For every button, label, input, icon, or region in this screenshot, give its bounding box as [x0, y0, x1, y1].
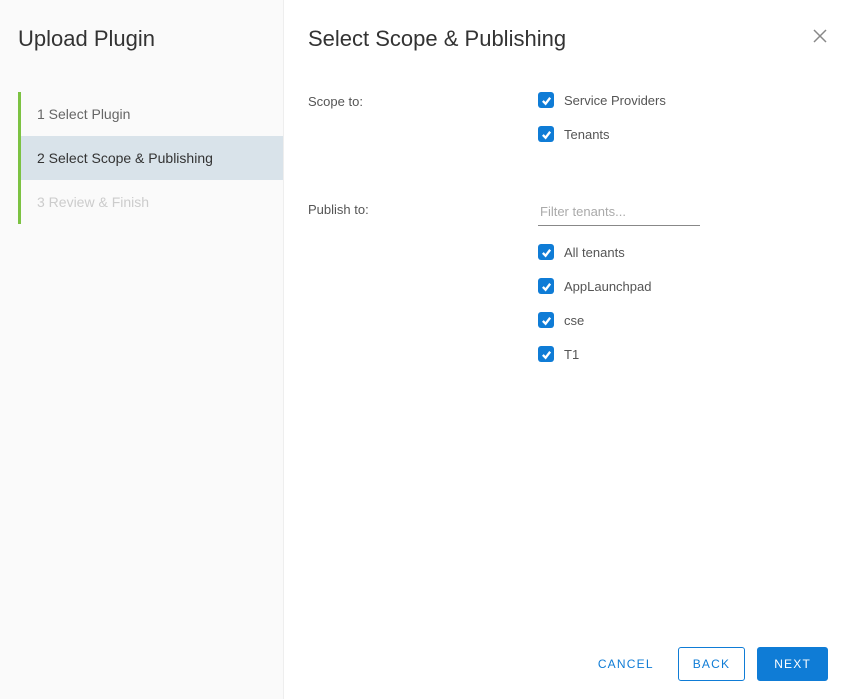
publish-controls: All tenants AppLaunchpad cse	[538, 200, 828, 380]
scope-row: Scope to: Service Providers Tenants	[308, 92, 828, 160]
checkbox-label: cse	[564, 313, 584, 328]
main-header: Select Scope & Publishing	[308, 20, 828, 52]
next-button[interactable]: NEXT	[757, 647, 828, 681]
step-select-plugin[interactable]: 1 Select Plugin	[21, 92, 283, 136]
checkbox-icon	[538, 126, 554, 142]
wizard-steps: 1 Select Plugin 2 Select Scope & Publish…	[18, 92, 283, 224]
checkbox-label: T1	[564, 347, 579, 362]
footer: CANCEL BACK NEXT	[308, 647, 828, 681]
checkbox-all-tenants[interactable]: All tenants	[538, 244, 828, 260]
checkbox-cse[interactable]: cse	[538, 312, 828, 328]
step-label: 1 Select Plugin	[37, 106, 130, 122]
checkbox-label: All tenants	[564, 245, 625, 260]
close-icon[interactable]	[812, 28, 828, 44]
checkbox-applaunchpad[interactable]: AppLaunchpad	[538, 278, 828, 294]
checkbox-icon	[538, 312, 554, 328]
back-button[interactable]: BACK	[678, 647, 745, 681]
checkbox-label: Service Providers	[564, 93, 666, 108]
checkbox-service-providers[interactable]: Service Providers	[538, 92, 828, 108]
step-select-scope[interactable]: 2 Select Scope & Publishing	[21, 136, 283, 180]
filter-tenants-input[interactable]	[538, 200, 700, 226]
checkbox-icon	[538, 278, 554, 294]
scope-label: Scope to:	[308, 92, 538, 109]
step-label: 3 Review & Finish	[37, 194, 149, 210]
cancel-button[interactable]: CANCEL	[584, 648, 666, 680]
sidebar: Upload Plugin 1 Select Plugin 2 Select S…	[0, 0, 284, 699]
form-area: Scope to: Service Providers Tenants Publ…	[308, 92, 828, 647]
checkbox-icon	[538, 346, 554, 362]
publish-row: Publish to: All tenants AppLaunchpad	[308, 200, 828, 380]
checkbox-icon	[538, 244, 554, 260]
publish-label: Publish to:	[308, 200, 538, 217]
checkbox-t1[interactable]: T1	[538, 346, 828, 362]
main-panel: Select Scope & Publishing Scope to: Serv…	[284, 0, 842, 699]
checkbox-label: Tenants	[564, 127, 610, 142]
checkbox-icon	[538, 92, 554, 108]
page-title: Select Scope & Publishing	[308, 20, 566, 52]
scope-controls: Service Providers Tenants	[538, 92, 828, 160]
step-label: 2 Select Scope & Publishing	[37, 150, 213, 166]
sidebar-title: Upload Plugin	[0, 20, 283, 72]
checkbox-tenants[interactable]: Tenants	[538, 126, 828, 142]
checkbox-label: AppLaunchpad	[564, 279, 651, 294]
step-review-finish: 3 Review & Finish	[21, 180, 283, 224]
